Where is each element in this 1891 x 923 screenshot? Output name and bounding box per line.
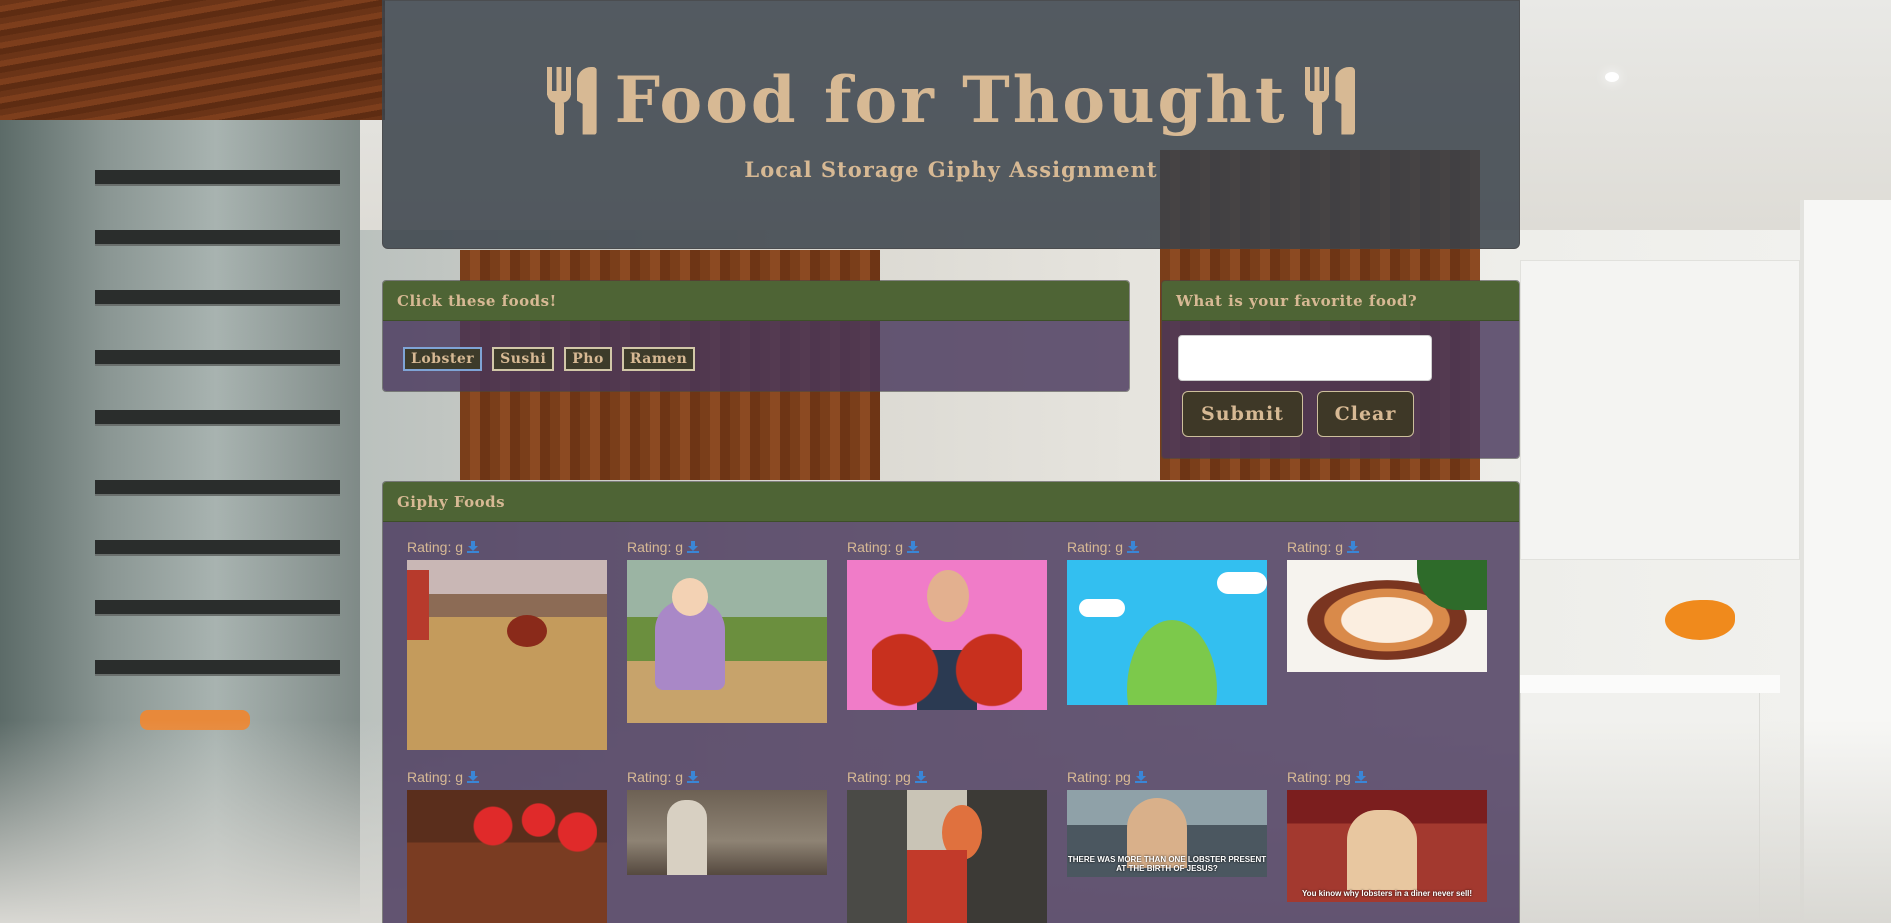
gif-rating: Rating: g (847, 539, 904, 555)
gif-rating-row: Rating: pg (1067, 768, 1267, 786)
utensils-icon (546, 66, 597, 135)
food-button-list: Lobster Sushi Pho Ramen (383, 321, 1129, 391)
gif-rating-row: Rating: g (1067, 538, 1267, 556)
gif-rating: Rating: pg (847, 769, 911, 785)
food-button-ramen[interactable]: Ramen (621, 347, 696, 371)
gif-card: Rating: pg (847, 768, 1047, 923)
gif-grid: Rating: g Rating: g Rating: g Rating: g … (383, 522, 1519, 923)
gif-image[interactable] (1067, 560, 1267, 705)
food-button-pho[interactable]: Pho (564, 347, 612, 371)
gif-image[interactable] (847, 790, 1047, 923)
gif-image[interactable] (1287, 560, 1487, 672)
gif-rating-row: Rating: g (407, 768, 607, 786)
gif-card: Rating: pg You kinow why lobsters in a d… (1287, 768, 1487, 902)
giphy-foods-heading: Giphy Foods (383, 482, 1519, 522)
favorite-food-form: Submit Clear (1162, 321, 1519, 458)
gif-rating-row: Rating: g (1287, 538, 1487, 556)
gif-rating-row: Rating: pg (1287, 768, 1487, 786)
food-button-lobster[interactable]: Lobster (403, 347, 483, 371)
gif-card: Rating: pg THERE WAS MORE THAN ONE LOBST… (1067, 768, 1267, 877)
page-title-row: Food for Thought (383, 63, 1519, 138)
gif-image[interactable] (407, 790, 607, 923)
page-subtitle: Local Storage Giphy Assignment (744, 157, 1158, 182)
submit-button[interactable]: Submit (1182, 391, 1303, 437)
gif-card: Rating: g (1287, 538, 1487, 672)
gif-caption: You kinow why lobsters in a diner never … (1301, 889, 1473, 898)
gif-image[interactable]: THERE WAS MORE THAN ONE LOBSTER PRESENT … (1067, 790, 1267, 877)
gif-card: Rating: g (847, 538, 1047, 710)
gif-rating: Rating: g (627, 539, 684, 555)
foods-panel-heading: Click these foods! (383, 281, 1129, 321)
gif-rating: Rating: g (407, 539, 464, 555)
download-icon[interactable] (1134, 771, 1147, 783)
food-button-sushi[interactable]: Sushi (492, 347, 555, 371)
gif-rating: Rating: g (1287, 539, 1344, 555)
gif-rating-row: Rating: g (627, 768, 827, 786)
foods-panel: Click these foods! Lobster Sushi Pho Ram… (382, 280, 1130, 392)
gif-rating-row: Rating: g (627, 538, 827, 556)
download-icon[interactable] (907, 541, 920, 553)
gif-image[interactable] (407, 560, 607, 750)
download-icon[interactable] (467, 541, 480, 553)
gif-rating: Rating: pg (1067, 769, 1131, 785)
gif-card: Rating: g (1067, 538, 1267, 705)
download-icon[interactable] (687, 541, 700, 553)
clear-button[interactable]: Clear (1317, 391, 1414, 437)
download-icon[interactable] (467, 771, 480, 783)
gif-rating: Rating: pg (1287, 769, 1351, 785)
favorite-food-heading: What is your favorite food? (1162, 281, 1519, 321)
favorite-food-actions: Submit Clear (1178, 391, 1503, 437)
gif-card: Rating: g (407, 538, 607, 750)
gif-image[interactable]: You kinow why lobsters in a diner never … (1287, 790, 1487, 902)
gif-rating: Rating: g (407, 769, 464, 785)
page-title: Food for Thought (614, 63, 1288, 138)
gif-card: Rating: g (627, 768, 827, 875)
gif-rating-row: Rating: g (847, 538, 1047, 556)
gif-card: Rating: g (627, 538, 827, 723)
favorite-food-panel: What is your favorite food? Submit Clear (1161, 280, 1520, 459)
gif-image[interactable] (627, 790, 827, 875)
favorite-food-input[interactable] (1178, 335, 1432, 381)
download-icon[interactable] (914, 771, 927, 783)
download-icon[interactable] (1127, 541, 1140, 553)
giphy-foods-panel: Giphy Foods Rating: g Rating: g Rating: … (382, 481, 1520, 923)
header-jumbotron: Food for Thought Local Storage Giphy Ass… (382, 0, 1520, 249)
gif-card: Rating: g (407, 768, 607, 923)
gif-image[interactable] (847, 560, 1047, 710)
download-icon[interactable] (1347, 541, 1360, 553)
download-icon[interactable] (1354, 771, 1367, 783)
gif-rating-row: Rating: pg (847, 768, 1047, 786)
gif-caption: THERE WAS MORE THAN ONE LOBSTER PRESENT … (1067, 855, 1267, 873)
gif-rating-row: Rating: g (407, 538, 607, 556)
gif-image[interactable] (627, 560, 827, 723)
gif-rating: Rating: g (627, 769, 684, 785)
utensils-icon (1305, 66, 1356, 135)
download-icon[interactable] (687, 771, 700, 783)
gif-rating: Rating: g (1067, 539, 1124, 555)
